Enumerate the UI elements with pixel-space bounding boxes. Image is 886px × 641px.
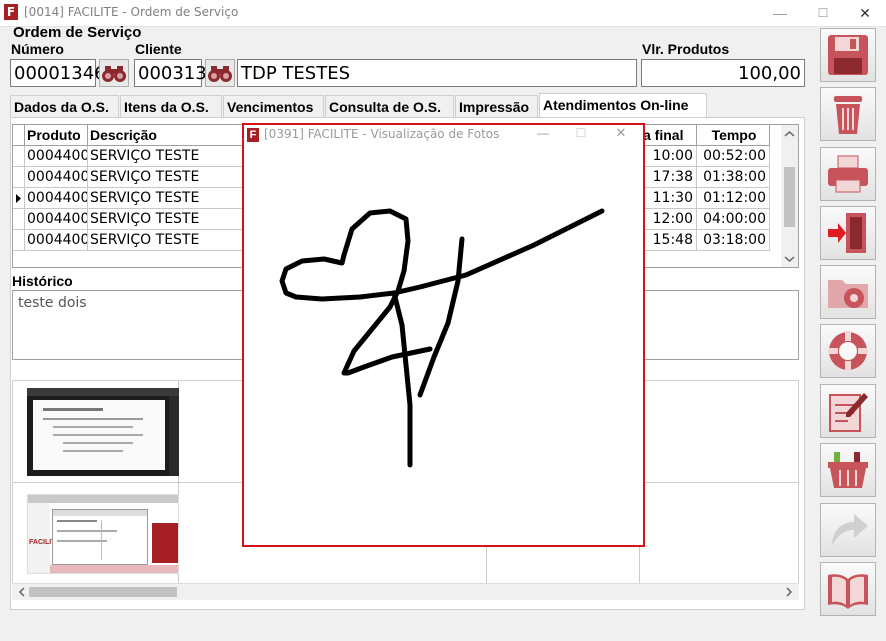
exit-button[interactable]	[820, 206, 876, 260]
historico-label: Histórico	[12, 273, 73, 289]
tab-atendimentos-online[interactable]: Atendimentos On-line	[539, 93, 707, 117]
exit-door-icon	[828, 213, 866, 253]
scroll-left-icon[interactable]	[15, 584, 29, 600]
scroll-right-icon[interactable]	[782, 584, 796, 600]
binoculars-icon	[102, 66, 126, 82]
tab-itens-os[interactable]: Itens da O.S.	[120, 95, 222, 117]
row-indicator-header	[13, 125, 25, 146]
manual-button[interactable]	[820, 562, 876, 616]
photo-thumbnail-2[interactable]: FACILITE	[27, 494, 179, 574]
cell-tempo: 00:52:00	[697, 146, 770, 167]
row-indicator	[13, 209, 25, 230]
numero-field[interactable]: 00001346	[10, 59, 106, 87]
grid-vertical-scrollbar[interactable]	[781, 125, 798, 267]
search-cliente-button[interactable]	[205, 59, 235, 87]
dialog-close-button[interactable]: ✕	[606, 125, 636, 143]
row-indicator	[13, 146, 25, 167]
notes-button[interactable]	[820, 384, 876, 438]
cell-hora-final: 11:30	[643, 188, 697, 209]
action-toolbar	[812, 24, 884, 641]
app-logo-icon: F	[247, 128, 259, 142]
gallery-horizontal-scrollbar[interactable]	[12, 583, 799, 600]
scroll-up-icon[interactable]	[781, 127, 798, 141]
cell-tempo: 01:38:00	[697, 167, 770, 188]
book-icon	[828, 574, 868, 609]
cell-hora-final: 15:48	[643, 230, 697, 251]
cell-hora-final: 17:38	[643, 167, 697, 188]
basket-button[interactable]	[820, 443, 876, 497]
help-button[interactable]	[820, 324, 876, 378]
tab-vencimentos[interactable]: Vencimentos	[223, 95, 324, 117]
tab-impressao[interactable]: Impressão	[455, 95, 538, 117]
cell-produto: 0004400	[25, 167, 88, 188]
photo-viewer-dialog: F [0391] FACILITE - Visualização de Foto…	[242, 123, 645, 547]
cliente-code-field[interactable]: 000313	[134, 59, 207, 87]
dialog-title: [0391] FACILITE - Visualização de Fotos	[264, 127, 500, 141]
photo-thumbnail-1[interactable]	[27, 388, 179, 476]
numero-label: Número	[11, 41, 64, 57]
minimize-button[interactable]: —	[760, 2, 800, 24]
share-button[interactable]	[820, 503, 876, 557]
cell-produto: 0004400	[25, 209, 88, 230]
binoculars-icon	[208, 66, 232, 82]
cell-tempo: 01:12:00	[697, 188, 770, 209]
search-numero-button[interactable]	[99, 59, 129, 87]
thumb-toolbar	[27, 388, 179, 396]
print-button[interactable]	[820, 147, 876, 201]
dialog-maximize-button[interactable]: ☐	[566, 126, 596, 144]
dialog-minimize-button[interactable]: —	[528, 126, 558, 144]
printer-icon	[828, 155, 868, 193]
row-indicator	[13, 167, 25, 188]
thumb-document	[33, 400, 165, 470]
scroll-thumb[interactable]	[29, 587, 177, 597]
folder-gear-icon	[828, 280, 868, 308]
cell-tempo: 03:18:00	[697, 230, 770, 251]
col-hora-final[interactable]: a final	[643, 125, 697, 146]
current-row-arrow-icon	[16, 194, 21, 203]
close-button[interactable]: ✕	[845, 2, 885, 24]
row-indicator	[13, 188, 25, 209]
vlr-produtos-field: 100,00	[641, 59, 805, 87]
cell-tempo: 04:00:00	[697, 209, 770, 230]
title-bar: F [0014] FACILITE - Ordem de Serviço — ☐…	[0, 0, 886, 27]
vlr-produtos-label: Vlr. Produtos	[642, 41, 730, 57]
app-logo-icon: F	[4, 4, 18, 20]
share-arrow-icon	[832, 514, 868, 546]
basket-icon	[828, 452, 868, 488]
section-title: Ordem de Serviço	[13, 24, 142, 41]
row-indicator	[13, 230, 25, 251]
cell-hora-final: 10:00	[643, 146, 697, 167]
notepad-pencil-icon	[829, 393, 868, 432]
cell-hora-final: 12:00	[643, 209, 697, 230]
scroll-down-icon[interactable]	[781, 252, 798, 266]
cliente-label: Cliente	[135, 41, 182, 57]
col-tempo[interactable]: Tempo	[697, 125, 770, 146]
cell-produto: 0004400	[25, 230, 88, 251]
settings-button[interactable]	[820, 265, 876, 319]
cell-produto: 0004400	[25, 188, 88, 209]
col-produto[interactable]: Produto	[25, 125, 88, 146]
cell-produto: 0004400	[25, 146, 88, 167]
maximize-button[interactable]: ☐	[803, 2, 843, 24]
window-title: [0014] FACILITE - Ordem de Serviço	[24, 5, 239, 19]
delete-button[interactable]	[820, 87, 876, 141]
save-button[interactable]	[820, 28, 876, 82]
scroll-thumb[interactable]	[784, 167, 795, 227]
signature-image	[279, 208, 605, 468]
save-icon	[828, 35, 868, 75]
cliente-name-field[interactable]: TDP TESTES	[237, 59, 637, 87]
trash-icon	[834, 96, 862, 134]
lifebuoy-icon	[828, 331, 868, 371]
tab-dados-os[interactable]: Dados da O.S.	[10, 95, 119, 117]
tab-consulta-os[interactable]: Consulta de O.S.	[325, 95, 454, 117]
